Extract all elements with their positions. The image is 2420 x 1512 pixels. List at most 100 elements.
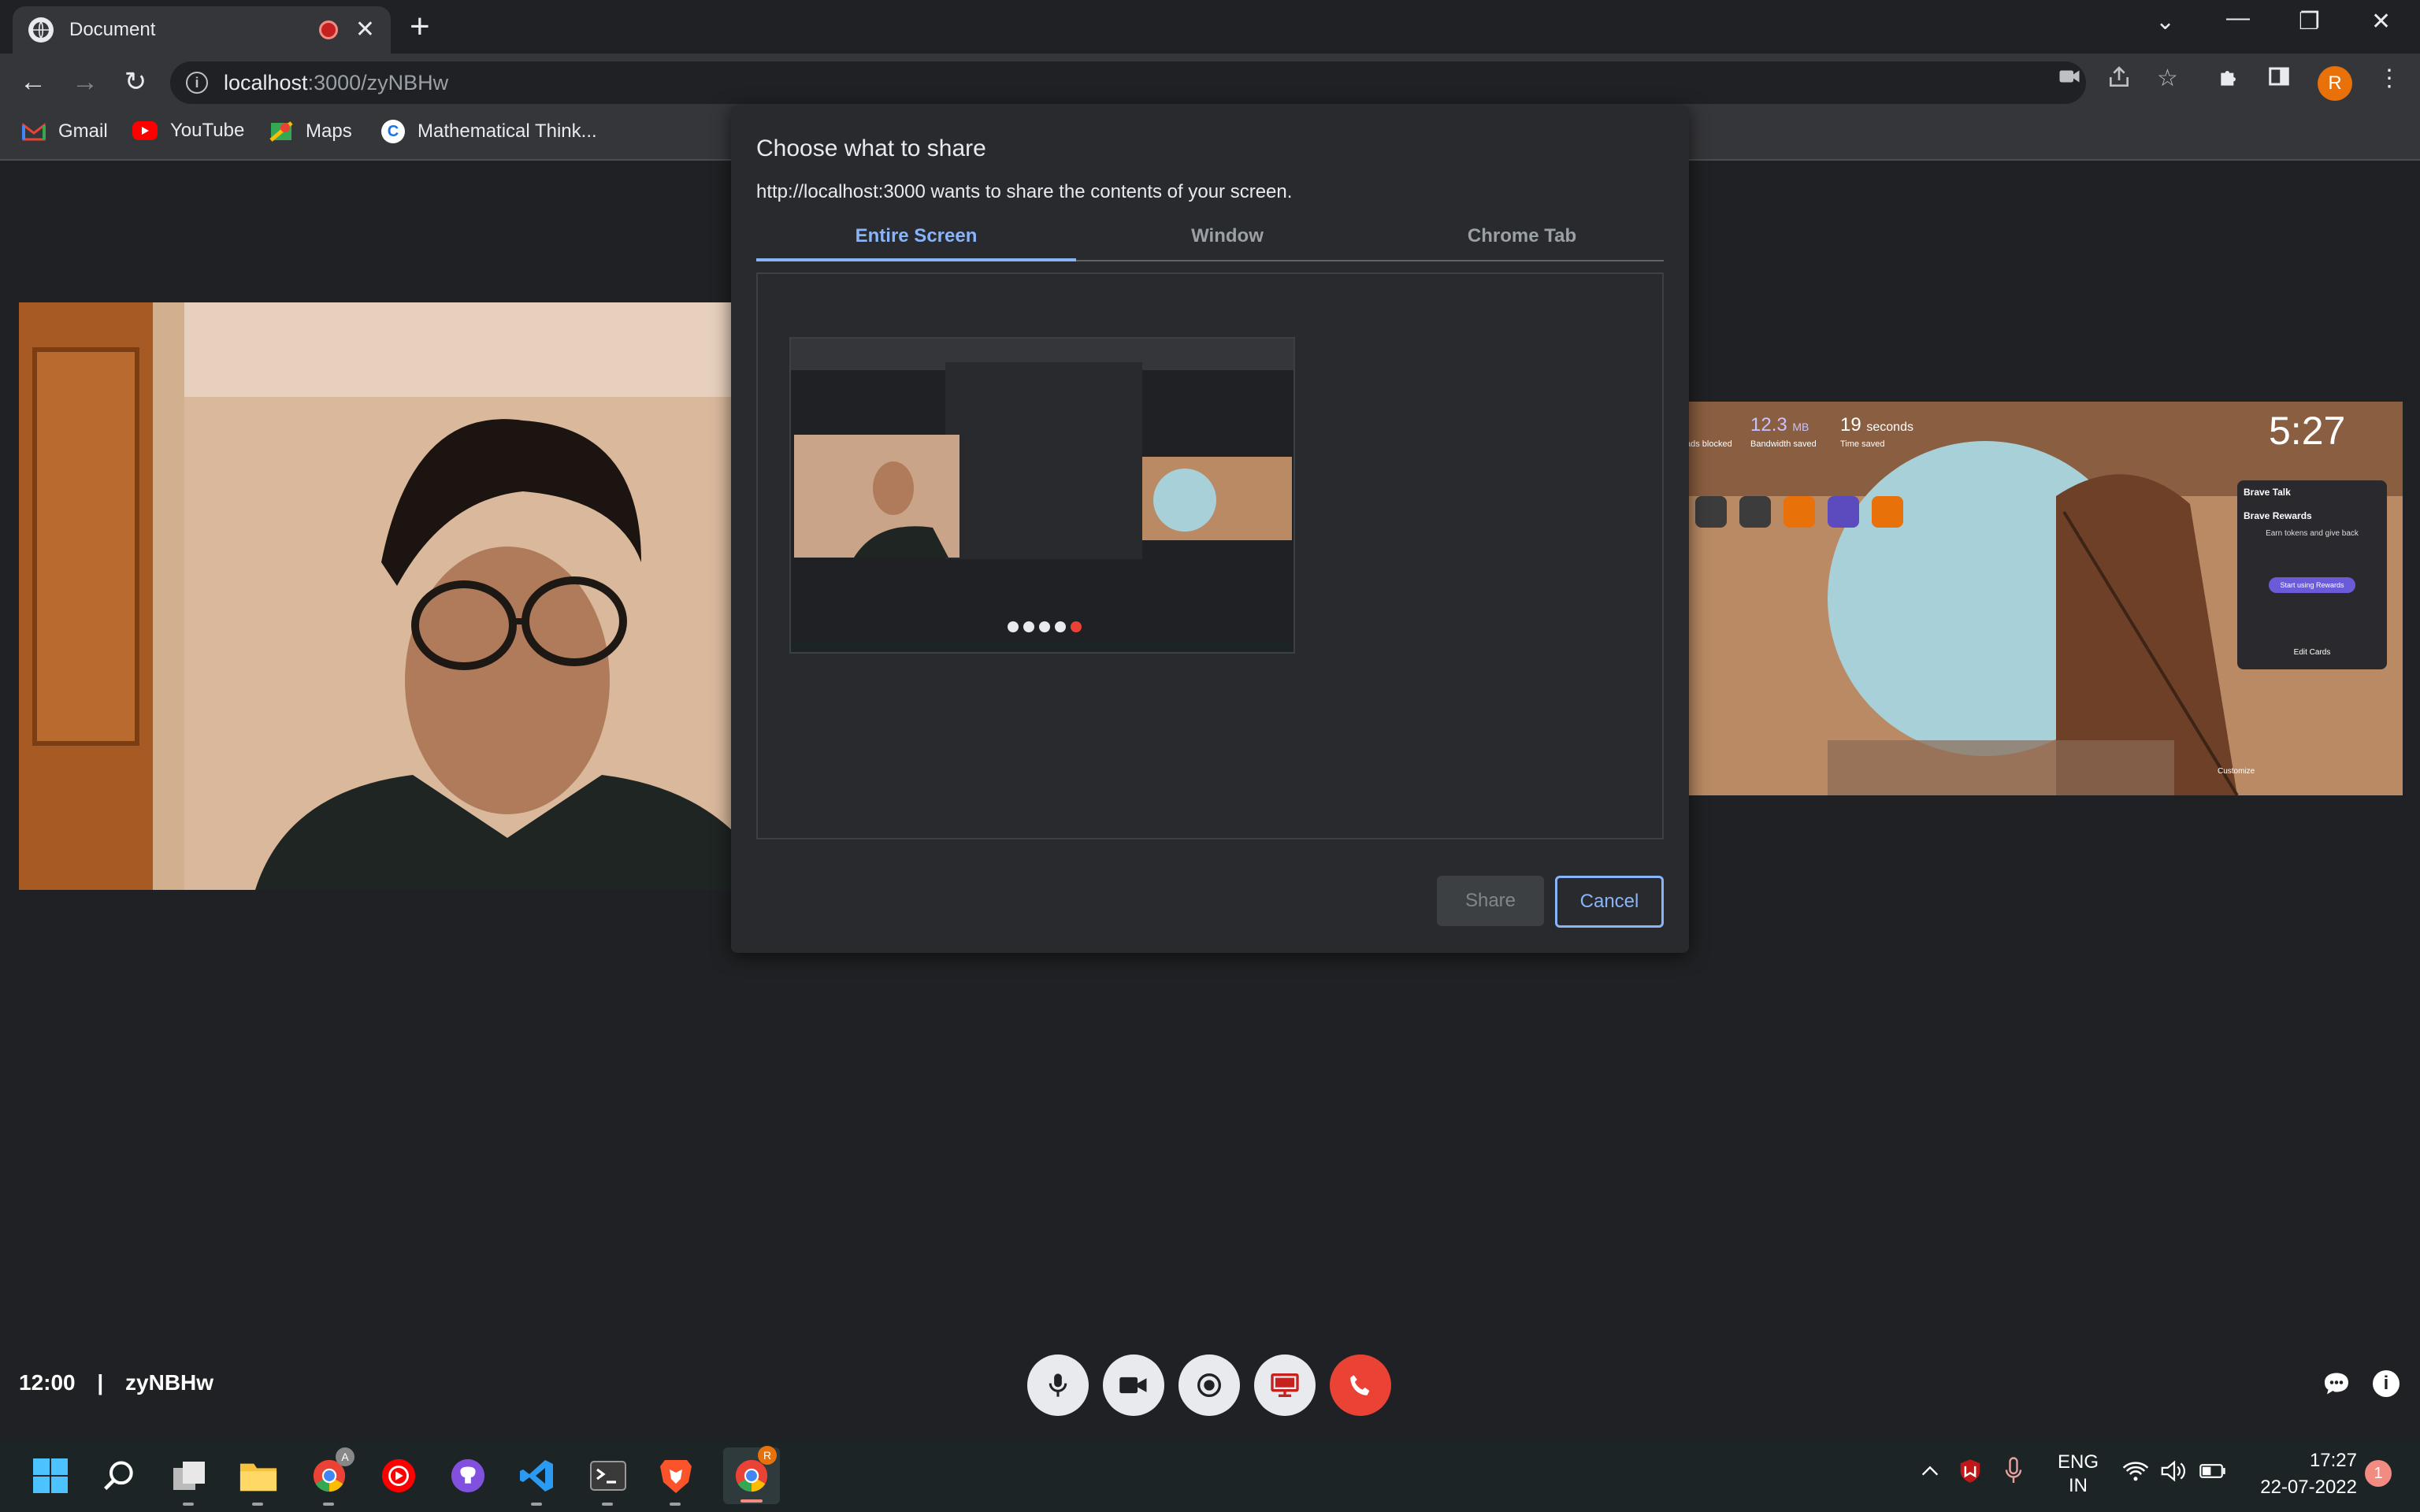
- camera-button[interactable]: [1103, 1354, 1164, 1416]
- close-window-button[interactable]: ✕: [2371, 8, 2391, 35]
- language-code: ENG: [2058, 1451, 2099, 1473]
- brave-rewards-title: Brave Rewards: [2244, 510, 2312, 521]
- share-screen-dialog: Choose what to share http://localhost:30…: [731, 106, 1689, 953]
- wifi-icon[interactable]: [2122, 1460, 2149, 1488]
- meeting-code: zyNBHw: [125, 1370, 214, 1395]
- phone-hangup-icon: [1350, 1375, 1370, 1395]
- site-info-icon[interactable]: i: [186, 72, 208, 94]
- screen-share-icon: [1271, 1373, 1299, 1397]
- menu-kebab-icon[interactable]: ⋮: [2377, 65, 2401, 92]
- recording-indicator-icon: [318, 20, 338, 39]
- share-icon[interactable]: [2106, 65, 2132, 96]
- extensions-puzzle-icon[interactable]: [2217, 65, 2242, 96]
- vscode-icon[interactable]: [515, 1454, 559, 1506]
- meeting-controls-bar: 12:00 | zyNBHw i: [0, 1331, 2420, 1433]
- chrome-active-icon[interactable]: R: [723, 1446, 780, 1504]
- share-source-tabs: Entire Screen Window Chrome Tab: [756, 220, 1664, 261]
- profile-badge: R: [758, 1446, 777, 1465]
- start-rewards-button: Start using Rewards: [2269, 577, 2355, 593]
- bookmark-star-icon[interactable]: ☆: [2157, 65, 2178, 92]
- url-path: :3000/zyNBHw: [307, 70, 449, 94]
- share-button[interactable]: Share: [1437, 876, 1544, 926]
- notification-count-badge[interactable]: 1: [2365, 1460, 2392, 1487]
- file-explorer-icon[interactable]: [236, 1454, 280, 1506]
- running-indicator: [602, 1503, 613, 1506]
- bookmark-gmail[interactable]: Gmail: [22, 120, 108, 143]
- bookmark-label: YouTube: [170, 120, 245, 141]
- running-indicator: [323, 1503, 334, 1506]
- record-button[interactable]: [1178, 1354, 1240, 1416]
- volume-icon[interactable]: [2160, 1460, 2188, 1488]
- entire-screen-thumbnail[interactable]: [789, 337, 1295, 654]
- minimize-button[interactable]: —: [2226, 5, 2250, 32]
- search-icon[interactable]: [98, 1454, 142, 1498]
- bookmark-label: Mathematical Think...: [418, 120, 597, 142]
- close-tab-icon[interactable]: ✕: [355, 18, 375, 42]
- windows-start-icon[interactable]: [28, 1454, 72, 1498]
- present-screen-button[interactable]: [1254, 1354, 1316, 1416]
- mcafee-shield-icon[interactable]: [1958, 1458, 1982, 1489]
- youtube-music-icon[interactable]: [377, 1454, 421, 1498]
- back-arrow-icon[interactable]: ←: [17, 66, 49, 98]
- maps-icon: [269, 120, 293, 143]
- meeting-time: 12:00: [19, 1370, 76, 1395]
- brave-browser-icon[interactable]: [654, 1454, 698, 1506]
- microphone-tray-icon[interactable]: [2004, 1457, 2023, 1491]
- webcam-video-frame: [19, 302, 804, 890]
- bandwidth-value: 12.3: [1750, 414, 1787, 435]
- profile-avatar[interactable]: R: [2318, 66, 2352, 101]
- region-code: IN: [2069, 1475, 2088, 1496]
- browser-toolbar: ← → ↻ i localhost:3000/zyNBHw ☆ R ⋮: [0, 54, 2420, 110]
- github-desktop-icon[interactable]: [446, 1454, 490, 1498]
- bookmark-mathematical-thinking[interactable]: C Mathematical Think...: [381, 120, 597, 143]
- youtube-icon: [132, 121, 158, 140]
- browser-tab[interactable]: Document ✕: [13, 6, 391, 54]
- reload-icon[interactable]: ↻: [120, 66, 151, 98]
- terminal-icon[interactable]: [586, 1454, 630, 1506]
- coursera-icon: C: [381, 120, 405, 143]
- tab-title: Document: [69, 19, 156, 40]
- side-panel-icon[interactable]: [2267, 65, 2291, 94]
- new-tab-button[interactable]: +: [410, 9, 430, 44]
- tab-entire-screen[interactable]: Entire Screen: [756, 220, 1076, 261]
- task-view-icon[interactable]: [167, 1454, 211, 1506]
- battery-icon[interactable]: [2199, 1462, 2226, 1486]
- info-icon[interactable]: i: [2373, 1370, 2400, 1397]
- running-indicator: [670, 1503, 681, 1506]
- end-call-button[interactable]: [1330, 1354, 1391, 1416]
- tab-chrome-tab[interactable]: Chrome Tab: [1371, 220, 1673, 261]
- restore-button[interactable]: ❐: [2299, 8, 2320, 35]
- tab-window[interactable]: Window: [1076, 220, 1379, 261]
- brave-rewards-subtitle: Earn tokens and give back: [2266, 529, 2359, 538]
- remote-screen-share-tile: ads blocked 12.3 MB Bandwidth saved 19 s…: [1686, 402, 2403, 795]
- clock-time: 17:27: [2309, 1450, 2357, 1471]
- screen-thumbnail-preview: [791, 339, 1294, 652]
- address-bar[interactable]: i localhost:3000/zyNBHw: [170, 61, 2086, 104]
- bookmark-maps[interactable]: Maps: [269, 120, 352, 143]
- chrome-icon[interactable]: A: [307, 1447, 354, 1506]
- time-saved-stat: 19 seconds: [1840, 414, 1913, 436]
- brave-clock: 5:27: [2269, 409, 2346, 453]
- top-site-icon: [1783, 496, 1815, 528]
- top-site-icon: [1695, 496, 1727, 528]
- top-sites-row: [1695, 496, 1903, 528]
- top-site-icon: [1872, 496, 1903, 528]
- screen-source-list: [756, 272, 1664, 839]
- active-indicator: [740, 1499, 763, 1503]
- chat-icon[interactable]: [2322, 1370, 2351, 1401]
- forward-arrow-icon[interactable]: →: [69, 66, 101, 98]
- taskbar-clock[interactable]: 17:27 22-07-2022: [2247, 1447, 2357, 1501]
- tab-search-chevron-icon[interactable]: ⌄: [2155, 8, 2175, 35]
- time-saved-label: Time saved: [1840, 439, 1885, 449]
- mic-button[interactable]: [1027, 1354, 1089, 1416]
- show-hidden-icons-chevron[interactable]: [1919, 1460, 1941, 1488]
- running-indicator: [183, 1503, 194, 1506]
- dialog-title: Choose what to share: [756, 135, 986, 161]
- cancel-button[interactable]: Cancel: [1555, 876, 1664, 928]
- bookmark-youtube[interactable]: YouTube: [132, 120, 244, 142]
- bookmark-label: Maps: [306, 120, 352, 142]
- video-camera-icon: [1119, 1377, 1147, 1394]
- language-indicator[interactable]: ENG IN: [2058, 1451, 2099, 1498]
- camera-in-use-icon[interactable]: [2058, 65, 2081, 94]
- bandwidth-unit: MB: [1792, 421, 1809, 433]
